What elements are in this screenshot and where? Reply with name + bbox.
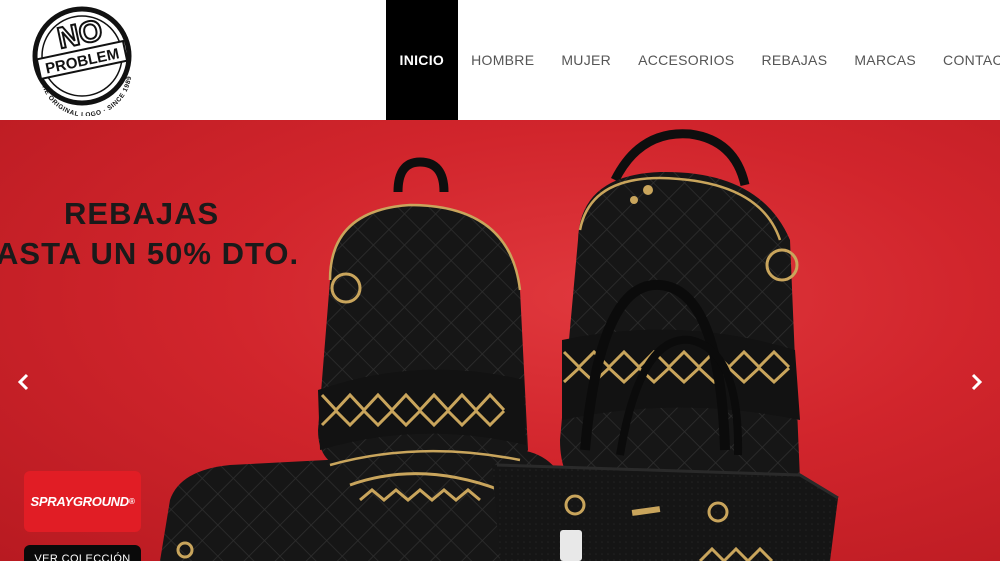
nav-item-accesorios[interactable]: ACCESORIOS <box>625 0 748 120</box>
hero-backpacks-image <box>160 129 839 561</box>
nav-item-inicio[interactable]: INICIO <box>386 0 458 120</box>
main-nav: INICIO HOMBRE MUJER ACCESORIOS REBAJAS M… <box>386 0 1000 120</box>
site-header: NO PROBLEM THE ORIGINAL LOGO · SINCE 198… <box>0 0 1000 120</box>
nav-item-marcas[interactable]: MARCAS <box>841 0 930 120</box>
nav-item-contacto[interactable]: CONTACTO <box>930 0 1000 120</box>
promo-subtitle: ASTA UN 50% DTO. <box>0 236 300 271</box>
slider-next-button[interactable] <box>964 370 988 394</box>
hero-slider: REBAJAS ASTA UN 50% DTO. SPRAYGROUND ® VE… <box>0 120 1000 561</box>
no-problem-logo[interactable]: NO PROBLEM THE ORIGINAL LOGO · SINCE 198… <box>27 4 143 116</box>
chevron-left-icon <box>17 373 29 391</box>
brand-badge-label: SPRAYGROUND <box>30 494 130 509</box>
promo-title: REBAJAS <box>64 196 220 231</box>
brand-badge-mark: ® <box>128 497 135 506</box>
nav-item-hombre[interactable]: HOMBRE <box>458 0 548 120</box>
nav-item-mujer[interactable]: MUJER <box>548 0 625 120</box>
nav-item-rebajas[interactable]: REBAJAS <box>748 0 841 120</box>
sprayground-brand-badge[interactable]: SPRAYGROUND ® <box>24 471 141 532</box>
slider-prev-button[interactable] <box>12 370 36 394</box>
view-collection-button[interactable]: VER COLECCIÓN <box>24 545 141 561</box>
chevron-right-icon <box>971 373 983 391</box>
